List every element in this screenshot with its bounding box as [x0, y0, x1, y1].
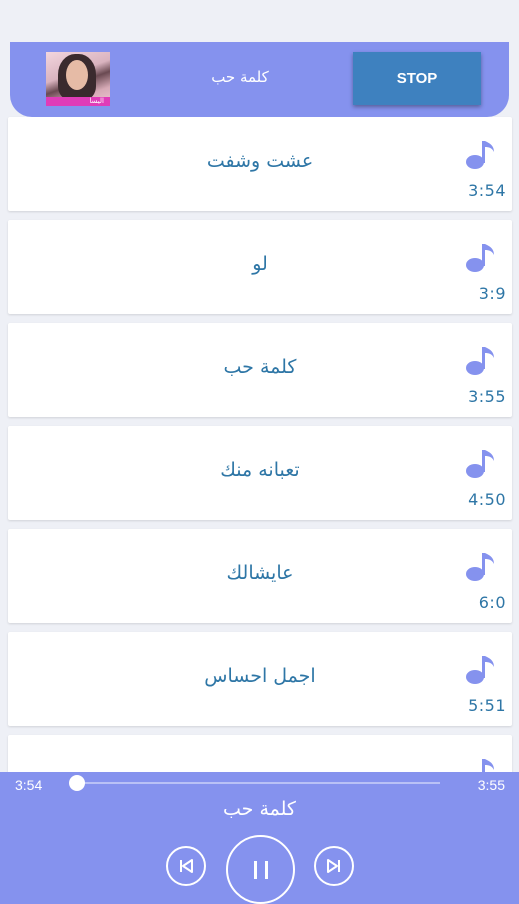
current-time: 3:54 [15, 777, 43, 793]
song-duration: 3:54 [468, 181, 506, 200]
music-note-icon [466, 656, 494, 684]
song-duration: 3:9 [478, 284, 506, 303]
total-time: 3:55 [477, 777, 505, 793]
song-duration: 6:0 [478, 593, 506, 612]
song-item[interactable] [8, 735, 512, 772]
song-title: عايشالك [226, 562, 294, 584]
song-duration: 5:51 [468, 696, 506, 715]
song-item[interactable]: عشت وشفت 3:54 [8, 117, 512, 211]
pause-icon [253, 860, 268, 879]
now-playing-header: اليسا كلمة حب STOP [10, 42, 509, 117]
song-item[interactable]: اجمل احساس 5:51 [8, 632, 512, 726]
music-note-icon [466, 553, 494, 581]
music-note-icon [466, 141, 494, 169]
song-title: لو [252, 253, 268, 275]
stop-button[interactable]: STOP [353, 52, 481, 105]
song-item[interactable]: عايشالك 6:0 [8, 529, 512, 623]
previous-button[interactable] [166, 846, 206, 886]
album-thumbnail: اليسا [46, 52, 110, 106]
music-note-icon [466, 347, 494, 375]
thumbnail-caption: اليسا [89, 97, 104, 105]
skip-next-icon [327, 859, 340, 873]
song-title: كلمة حب [223, 356, 297, 378]
next-button[interactable] [314, 846, 354, 886]
header-song-title: كلمة حب [211, 68, 269, 86]
music-note-icon [466, 244, 494, 272]
music-note-icon [482, 759, 494, 772]
song-item[interactable]: كلمة حب 3:55 [8, 323, 512, 417]
song-title: اجمل احساس [204, 665, 316, 687]
seek-knob[interactable] [69, 775, 85, 791]
player-bar: 3:54 3:55 كلمة حب [0, 772, 519, 904]
song-duration: 3:55 [468, 387, 506, 406]
song-title: تعبانه منك [220, 459, 300, 481]
seek-track[interactable] [78, 782, 440, 784]
song-item[interactable]: تعبانه منك 4:50 [8, 426, 512, 520]
pause-button[interactable] [226, 835, 295, 904]
music-note-icon [466, 450, 494, 478]
song-item[interactable]: لو 3:9 [8, 220, 512, 314]
song-title: عشت وشفت [206, 150, 314, 172]
now-playing-title: كلمة حب [223, 798, 296, 820]
song-duration: 4:50 [468, 490, 506, 509]
skip-previous-icon [180, 859, 193, 873]
